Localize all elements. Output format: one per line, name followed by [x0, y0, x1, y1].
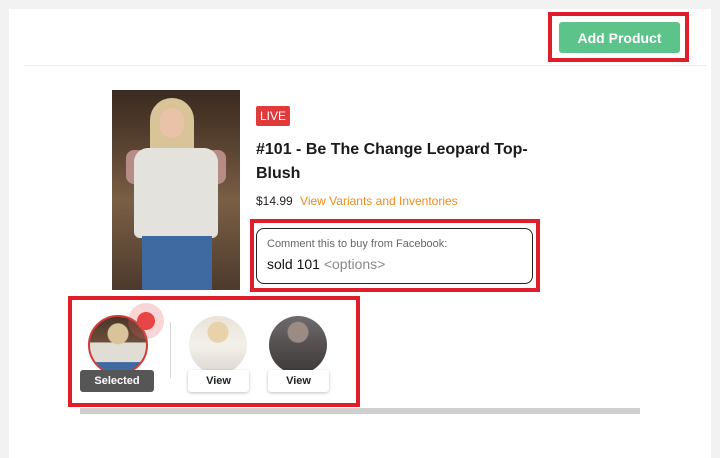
comment-caption: Comment this to buy from Facebook: [267, 238, 448, 250]
product-price: $14.99 [256, 194, 293, 208]
thumbnail-product-3[interactable] [269, 316, 327, 374]
horizontal-scrollbar[interactable] [80, 408, 640, 414]
thumbnail-product-2[interactable] [189, 316, 247, 374]
view-variants-link[interactable]: View Variants and Inventories [300, 194, 458, 208]
scrollbar-thumb[interactable] [80, 408, 640, 414]
comment-instruction-box: Comment this to buy from Facebook: sold … [256, 228, 533, 284]
comment-options-placeholder: <options> [323, 256, 386, 272]
image-top [134, 148, 218, 238]
live-indicator-dot [137, 312, 155, 330]
product-title: #101 - Be The Change Leopard Top-Blush [256, 141, 528, 182]
thumbnail-divider [170, 322, 171, 378]
image-jeans [142, 236, 212, 290]
product-image [112, 90, 240, 290]
image-model-face [160, 108, 184, 138]
price-row: $14.99 View Variants and Inventories [256, 194, 458, 208]
live-badge: LIVE [256, 106, 291, 126]
comment-command-text: sold 101 [267, 256, 320, 272]
view-button-product-2[interactable]: View [188, 370, 249, 392]
header-divider [24, 65, 706, 66]
view-button-product-3[interactable]: View [268, 370, 329, 392]
comment-command: sold 101 <options> [267, 256, 522, 272]
add-product-button[interactable]: Add Product [559, 22, 680, 53]
selected-label: Selected [80, 370, 154, 392]
